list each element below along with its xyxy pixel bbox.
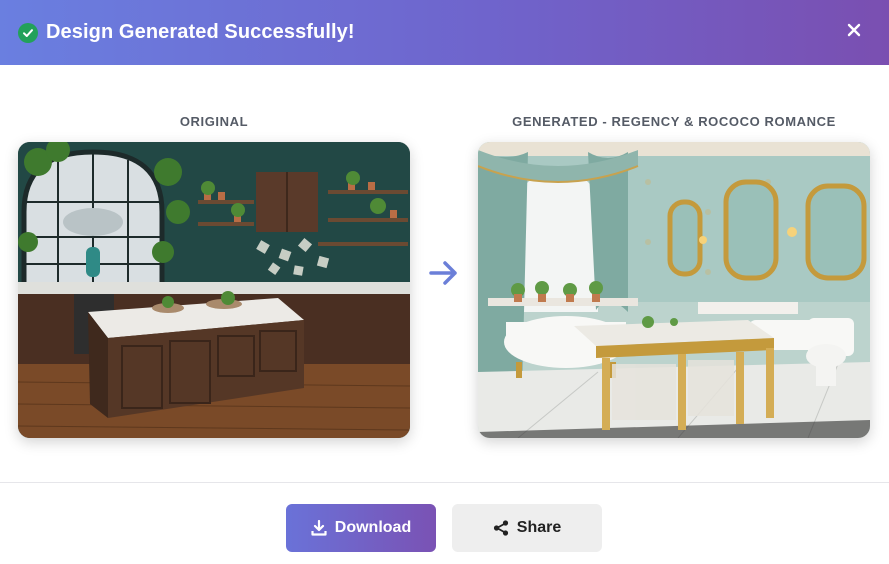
- share-label: Share: [516, 519, 562, 536]
- check-circle-icon: [18, 22, 38, 43]
- download-button[interactable]: Download: [286, 504, 436, 552]
- success-modal: Design Generated Successfully! ORIGINAL …: [0, 0, 889, 564]
- modal-header: Design Generated Successfully!: [0, 0, 889, 65]
- download-icon: [311, 520, 327, 536]
- arrow-right-icon: [428, 259, 460, 287]
- generated-image: [478, 142, 870, 438]
- footer-divider: [0, 482, 889, 483]
- share-button[interactable]: Share: [452, 504, 602, 552]
- original-image: [18, 142, 410, 438]
- share-icon: [493, 520, 509, 536]
- close-icon: [847, 23, 861, 42]
- generated-label: GENERATED - REGENCY & ROCOCO ROMANCE: [512, 114, 836, 129]
- close-button[interactable]: [843, 21, 865, 43]
- modal-title: Design Generated Successfully!: [46, 21, 355, 43]
- download-label: Download: [334, 519, 412, 536]
- original-label: ORIGINAL: [179, 114, 249, 129]
